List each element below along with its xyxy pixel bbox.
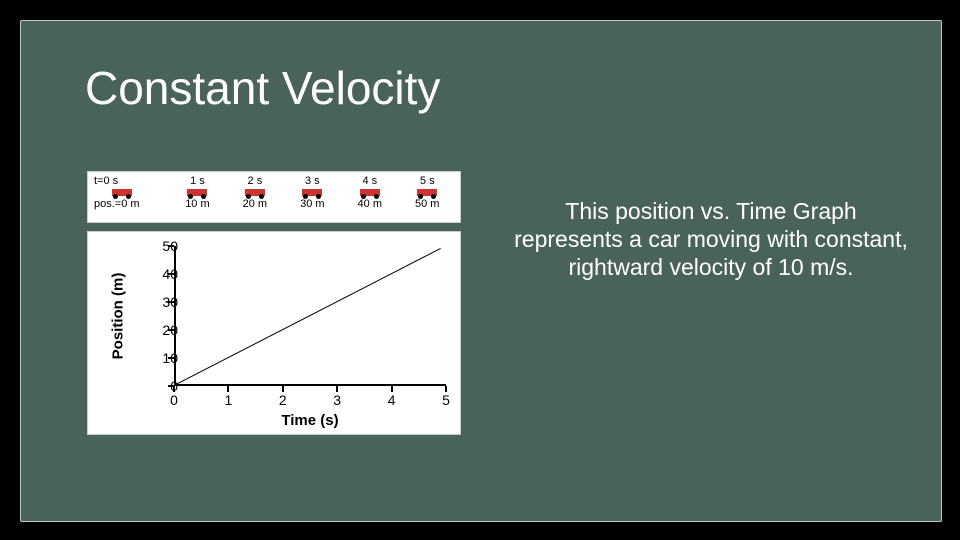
timeline-pos: 30 m [284,198,341,210]
timeline-col: 5 s 50 m [399,175,456,225]
xtick [282,386,284,392]
xtick [336,386,338,392]
xtick-label: 1 [218,392,238,408]
xtick [445,386,447,392]
xtick-label: 2 [273,392,293,408]
timeline-pos: 10 m [169,198,226,210]
xtick [227,386,229,392]
timeline-pos: 40 m [341,198,398,210]
car-icon [245,189,265,196]
timeline-time: 1 s [169,175,226,187]
slide: Constant Velocity t=0 s pos.=0 m 1 s 10 … [20,20,942,522]
timeline-columns: t=0 s pos.=0 m 1 s 10 m 2 s 20 m 3 s 30 … [92,175,456,225]
timeline-col: 1 s 10 m [169,175,226,225]
car-icon [417,189,437,196]
ytick [168,301,174,303]
car-icon [360,189,380,196]
ytick [168,357,174,359]
timeline-col: 2 s 20 m [226,175,283,225]
chart-ylabel: Position (m) [110,273,127,360]
car-timeline: t=0 s pos.=0 m 1 s 10 m 2 s 20 m 3 s 30 … [87,171,461,223]
xtick-label: 0 [164,392,184,408]
timeline-col: 4 s 40 m [341,175,398,225]
xtick [391,386,393,392]
timeline-col: 3 s 30 m [284,175,341,225]
chart-line [174,248,441,386]
timeline-time: t=0 s [94,175,169,187]
slide-title: Constant Velocity [85,61,440,115]
xtick [173,386,175,392]
timeline-pos: 50 m [399,198,456,210]
xtick-label: 3 [327,392,347,408]
chart-xlabel: Time (s) [174,412,446,429]
timeline-time: 5 s [399,175,456,187]
xtick-label: 4 [382,392,402,408]
chart-plot-area [174,246,446,386]
position-time-chart: Position (m) Time (s) 0 10 20 30 40 50 0… [87,231,461,435]
timeline-pos: pos.=0 m [94,198,169,210]
timeline-time: 4 s [341,175,398,187]
car-icon [187,189,207,196]
car-icon [112,189,132,196]
ytick [168,245,174,247]
ytick [168,329,174,331]
timeline-col: t=0 s pos.=0 m [92,175,169,225]
timeline-pos: 20 m [226,198,283,210]
ytick [168,273,174,275]
car-icon [302,189,322,196]
y-axis [174,246,176,386]
xtick-label: 5 [436,392,456,408]
timeline-time: 3 s [284,175,341,187]
x-axis [174,384,446,386]
timeline-time: 2 s [226,175,283,187]
description-text: This position vs. Time Graph represents … [511,197,911,281]
